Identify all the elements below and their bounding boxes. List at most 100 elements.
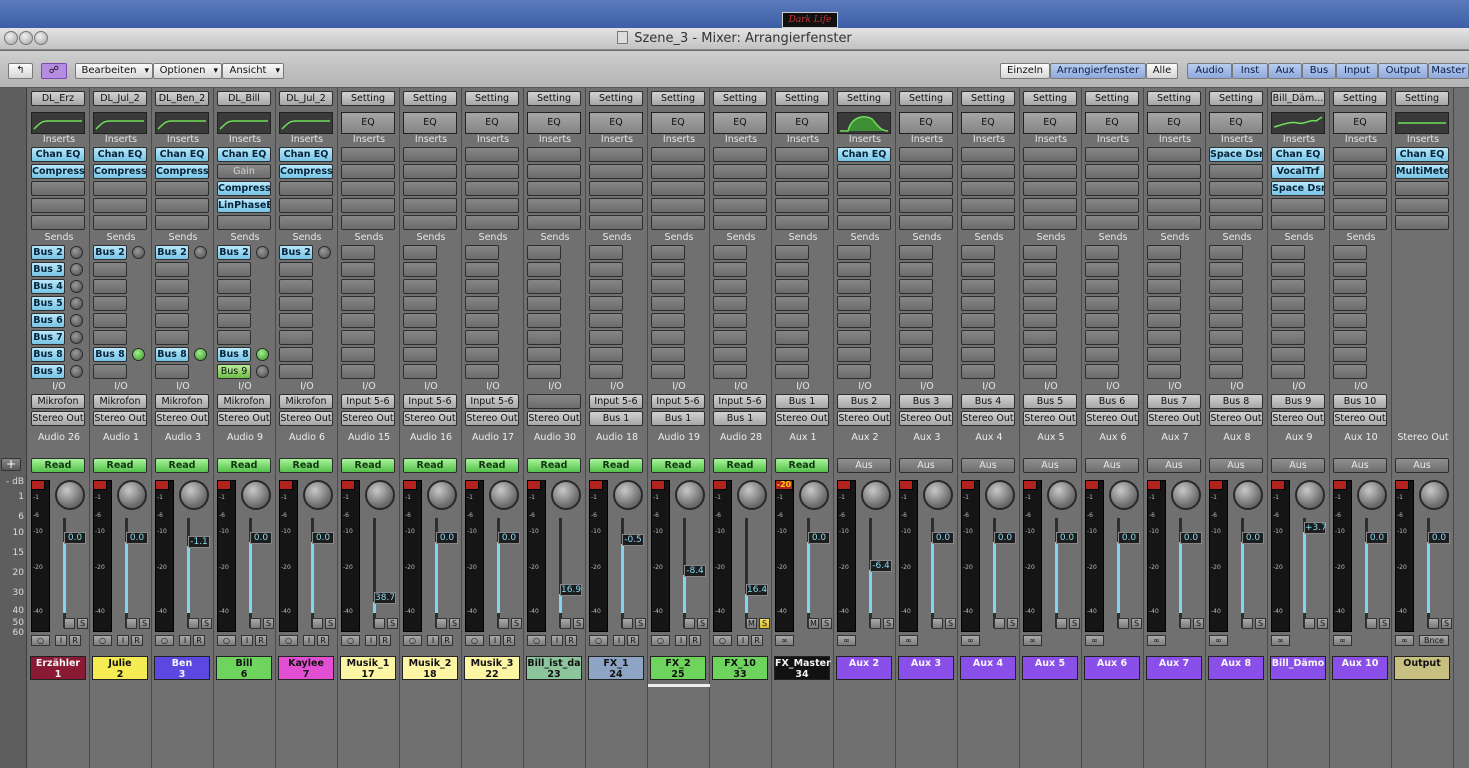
send-slot[interactable] bbox=[899, 262, 933, 277]
fader-value[interactable]: 0.0 bbox=[1056, 532, 1078, 544]
send-slot[interactable] bbox=[1147, 347, 1181, 362]
insert-slot[interactable] bbox=[775, 215, 829, 230]
output-slot[interactable]: Bus 1 bbox=[651, 411, 705, 426]
send-slot[interactable] bbox=[217, 313, 251, 328]
setting-button[interactable]: DL_Ben_2 bbox=[155, 91, 209, 106]
send-slot[interactable] bbox=[651, 245, 685, 260]
send-slot[interactable] bbox=[1209, 245, 1243, 260]
insert-slot[interactable] bbox=[899, 198, 953, 213]
track-name-box[interactable]: FX_Master 34 bbox=[774, 656, 831, 680]
solo-button[interactable]: S bbox=[139, 618, 150, 629]
record-enable-button[interactable]: ○ bbox=[465, 635, 484, 646]
pan-knob[interactable] bbox=[1357, 480, 1387, 510]
pan-knob[interactable] bbox=[241, 480, 271, 510]
solo-button[interactable]: S bbox=[1007, 618, 1018, 629]
automation-mode[interactable]: Aus bbox=[899, 458, 953, 473]
send-slot[interactable] bbox=[403, 279, 437, 294]
insert-slot[interactable] bbox=[713, 198, 767, 213]
automation-mode[interactable]: Read bbox=[775, 458, 829, 473]
insert-slot[interactable] bbox=[1085, 164, 1139, 179]
pan-knob[interactable] bbox=[1419, 480, 1449, 510]
insert-slot[interactable] bbox=[1085, 181, 1139, 196]
mute-button[interactable] bbox=[250, 618, 261, 629]
record-button[interactable]: R bbox=[565, 635, 577, 646]
input-slot[interactable]: Mikrofon bbox=[93, 394, 147, 409]
send-slot[interactable] bbox=[155, 313, 189, 328]
record-button[interactable]: R bbox=[627, 635, 639, 646]
insert-slot[interactable] bbox=[465, 147, 519, 162]
send-slot[interactable]: Bus 2 bbox=[93, 245, 127, 260]
automation-mode[interactable]: Read bbox=[465, 458, 519, 473]
send-slot[interactable] bbox=[527, 313, 561, 328]
track-name-box[interactable]: Aux 2 bbox=[836, 656, 892, 680]
eq-thumbnail[interactable]: EQ bbox=[465, 112, 519, 134]
insert-slot[interactable] bbox=[1333, 181, 1387, 196]
send-slot[interactable] bbox=[961, 262, 995, 277]
send-slot[interactable] bbox=[341, 262, 375, 277]
send-slot[interactable] bbox=[1147, 364, 1181, 379]
insert-slot[interactable] bbox=[403, 181, 457, 196]
insert-slot[interactable] bbox=[1023, 181, 1077, 196]
pan-knob[interactable] bbox=[1171, 480, 1201, 510]
automation-mode[interactable]: Aus bbox=[1147, 458, 1201, 473]
send-level-knob[interactable] bbox=[70, 280, 83, 293]
setting-button[interactable]: Setting bbox=[899, 91, 953, 106]
send-slot[interactable] bbox=[1333, 296, 1367, 311]
stereo-link-button[interactable]: ∞ bbox=[1271, 635, 1290, 646]
send-slot[interactable] bbox=[1085, 313, 1119, 328]
insert-slot[interactable]: Chan EQ bbox=[155, 147, 209, 162]
send-level-knob[interactable] bbox=[318, 246, 331, 259]
insert-slot[interactable] bbox=[1395, 198, 1449, 213]
send-slot[interactable]: Bus 2 bbox=[279, 245, 313, 260]
insert-slot[interactable] bbox=[961, 198, 1015, 213]
send-slot[interactable] bbox=[1023, 245, 1057, 260]
send-slot[interactable] bbox=[1023, 262, 1057, 277]
insert-slot[interactable] bbox=[465, 215, 519, 230]
mute-button[interactable] bbox=[870, 618, 881, 629]
eq-thumbnail[interactable]: EQ bbox=[341, 112, 395, 134]
setting-button[interactable]: DL_Jul_2 bbox=[279, 91, 333, 106]
setting-button[interactable]: Bill_Däm... bbox=[1271, 91, 1325, 106]
pan-knob[interactable] bbox=[1109, 480, 1139, 510]
insert-slot[interactable] bbox=[1333, 215, 1387, 230]
send-slot[interactable] bbox=[1085, 262, 1119, 277]
insert-slot[interactable] bbox=[589, 181, 643, 196]
send-slot[interactable] bbox=[465, 347, 499, 362]
automation-mode[interactable]: Read bbox=[217, 458, 271, 473]
send-slot[interactable] bbox=[1333, 313, 1367, 328]
send-slot[interactable] bbox=[1147, 262, 1181, 277]
send-slot[interactable] bbox=[93, 364, 127, 379]
send-slot[interactable] bbox=[1147, 330, 1181, 345]
send-slot[interactable] bbox=[1023, 364, 1057, 379]
automation-mode[interactable]: Read bbox=[403, 458, 457, 473]
pan-knob[interactable] bbox=[489, 480, 519, 510]
filter-output[interactable]: Output bbox=[1378, 63, 1428, 79]
fader-value[interactable]: 0.0 bbox=[1366, 532, 1388, 544]
solo-button[interactable]: S bbox=[263, 618, 274, 629]
send-slot[interactable] bbox=[403, 296, 437, 311]
fader-value[interactable]: 0.0 bbox=[1180, 532, 1202, 544]
input-monitor-button[interactable]: I bbox=[241, 635, 253, 646]
output-slot[interactable]: Stereo Out bbox=[93, 411, 147, 426]
send-slot[interactable] bbox=[899, 245, 933, 260]
send-slot[interactable] bbox=[589, 330, 623, 345]
automation-mode[interactable]: Read bbox=[93, 458, 147, 473]
send-slot[interactable] bbox=[279, 347, 313, 362]
send-slot[interactable] bbox=[279, 313, 313, 328]
setting-button[interactable]: DL_Bill bbox=[217, 91, 271, 106]
solo-button[interactable]: S bbox=[1193, 618, 1204, 629]
send-slot[interactable]: Bus 8 bbox=[31, 347, 65, 362]
send-slot[interactable] bbox=[589, 347, 623, 362]
eq-thumbnail[interactable] bbox=[1271, 112, 1325, 134]
input-monitor-button[interactable]: I bbox=[427, 635, 439, 646]
send-slot[interactable] bbox=[403, 262, 437, 277]
send-slot[interactable] bbox=[341, 279, 375, 294]
mute-button[interactable] bbox=[1428, 618, 1439, 629]
send-level-knob[interactable] bbox=[70, 297, 83, 310]
solo-button[interactable]: S bbox=[697, 618, 708, 629]
send-slot[interactable] bbox=[1271, 279, 1305, 294]
solo-button[interactable]: S bbox=[449, 618, 460, 629]
send-slot[interactable] bbox=[341, 313, 375, 328]
send-slot[interactable] bbox=[1333, 245, 1367, 260]
send-slot[interactable] bbox=[837, 262, 871, 277]
